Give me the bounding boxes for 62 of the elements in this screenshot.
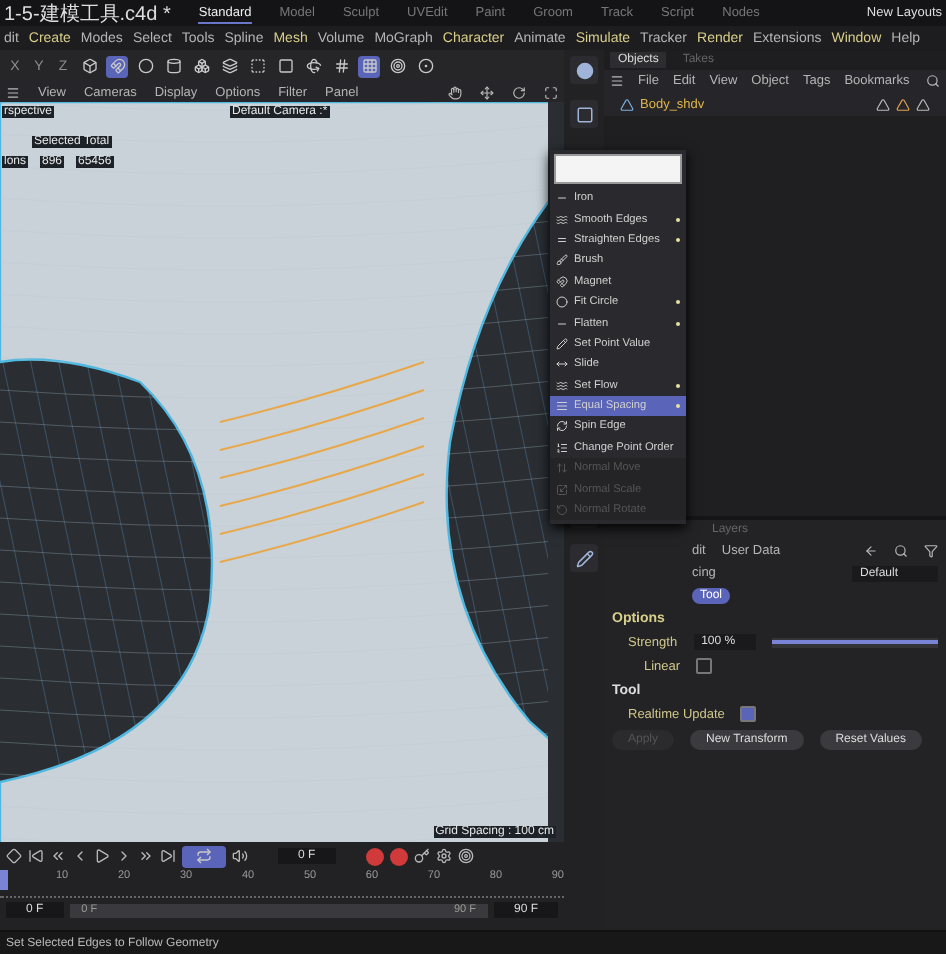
- wave-icon: [556, 213, 568, 226]
- rotate-icon[interactable]: [302, 55, 324, 77]
- boxes-icon[interactable]: [190, 55, 212, 77]
- equal-icon: [556, 233, 568, 246]
- rotate-icon[interactable]: [512, 85, 526, 99]
- back-icon[interactable]: [864, 544, 878, 558]
- document-tab[interactable]: 1-5-建模工具.c4d *: [4, 0, 171, 27]
- step-forward-icon[interactable]: [116, 848, 132, 864]
- loop-icon[interactable]: [182, 845, 226, 867]
- line-icon: [556, 192, 568, 205]
- target-icon[interactable]: [457, 848, 474, 864]
- pencil-icon[interactable]: [570, 544, 598, 572]
- settings-icon[interactable]: [435, 848, 452, 864]
- refresh-icon: [556, 420, 568, 433]
- wave-icon: [556, 379, 568, 392]
- rewind-icon[interactable]: [50, 848, 66, 864]
- target-icon[interactable]: [386, 55, 408, 77]
- brush-icon: [556, 254, 568, 267]
- menu-icon[interactable]: [610, 74, 624, 88]
- record-icon[interactable]: [365, 847, 384, 865]
- speaker-icon[interactable]: [232, 848, 248, 864]
- sphere-icon[interactable]: [570, 56, 598, 84]
- lines-icon: [556, 400, 568, 413]
- filter-icon[interactable]: [924, 544, 938, 558]
- grid-icon[interactable]: [358, 55, 380, 77]
- hand-icon[interactable]: [448, 85, 462, 99]
- fast-forward-icon[interactable]: [138, 848, 154, 864]
- dashed-square-icon[interactable]: [246, 55, 268, 77]
- arrows-icon: [556, 358, 568, 371]
- cylinder-icon[interactable]: [162, 55, 184, 77]
- strength-slider[interactable]: [771, 637, 938, 647]
- maximize-icon[interactable]: [544, 85, 558, 99]
- hash-icon[interactable]: [330, 55, 352, 77]
- square-icon[interactable]: [570, 100, 598, 128]
- menu-icon[interactable]: [6, 85, 20, 99]
- rotate-icon: [556, 504, 568, 517]
- search-field[interactable]: [554, 154, 682, 184]
- realtime-checkbox[interactable]: [740, 706, 757, 722]
- circle-dot-icon[interactable]: [414, 55, 436, 77]
- cube-icon[interactable]: [78, 55, 100, 77]
- magnet-icon[interactable]: [106, 55, 128, 77]
- step-back-icon[interactable]: [72, 848, 88, 864]
- layers-icon[interactable]: [218, 55, 240, 77]
- pencil-icon: [556, 337, 568, 350]
- circle-icon[interactable]: [134, 55, 156, 77]
- square-icon[interactable]: [274, 55, 296, 77]
- magnet-icon: [556, 275, 568, 288]
- diamond-icon[interactable]: [6, 848, 22, 864]
- list-icon: [556, 441, 568, 454]
- play-icon[interactable]: [94, 848, 110, 864]
- line-icon: [556, 317, 568, 330]
- arrows-icon: [556, 462, 568, 475]
- key-icon[interactable]: [413, 848, 430, 864]
- scale-icon: [556, 483, 568, 496]
- search-icon[interactable]: [926, 74, 940, 88]
- move-icon[interactable]: [480, 85, 494, 99]
- skip-forward-icon[interactable]: [160, 848, 176, 864]
- circle-icon: [556, 296, 568, 309]
- playhead-marker[interactable]: [0, 870, 8, 890]
- search-icon[interactable]: [894, 544, 908, 558]
- linear-checkbox[interactable]: [696, 658, 713, 674]
- skip-back-icon[interactable]: [28, 848, 44, 864]
